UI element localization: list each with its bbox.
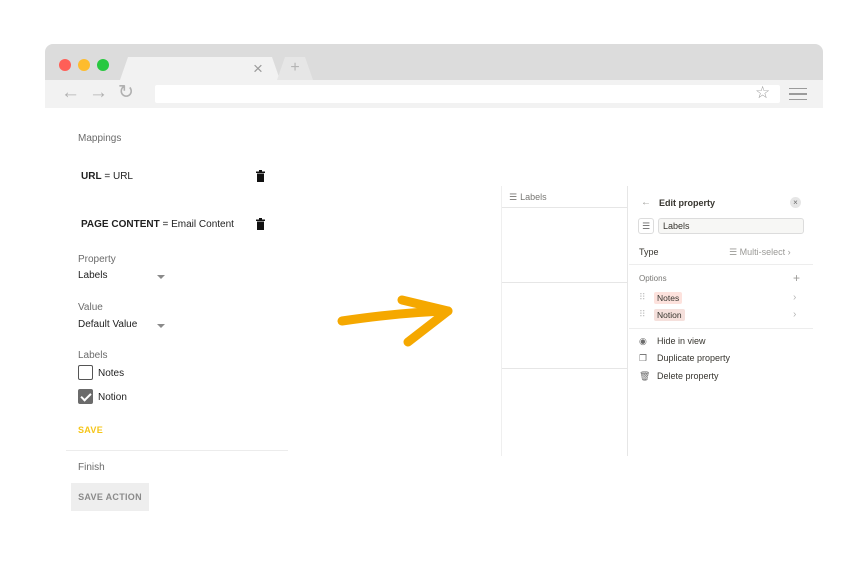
- list-icon: ☰: [509, 192, 518, 202]
- divider: [66, 450, 288, 451]
- divider: [629, 328, 813, 329]
- drag-handle-icon[interactable]: ⠿: [639, 309, 646, 320]
- eye-icon: ◉: [639, 336, 647, 346]
- duplicate-icon: ❐: [639, 353, 648, 363]
- mapping-equals: =: [159, 219, 172, 230]
- minimize-window-button[interactable]: [78, 59, 90, 71]
- row-divider: [502, 207, 628, 208]
- mapping-value: Email Content: [171, 219, 234, 230]
- trash-icon: 🗑: [639, 371, 651, 381]
- reload-icon[interactable]: ↻: [118, 82, 134, 104]
- trash-icon[interactable]: [256, 170, 265, 182]
- property-name-input[interactable]: Labels: [658, 218, 804, 234]
- maximize-window-button[interactable]: [97, 59, 109, 71]
- labels-label: Labels: [78, 350, 108, 361]
- forward-arrow-icon[interactable]: →: [89, 82, 108, 104]
- chevron-right-icon[interactable]: ›: [793, 309, 796, 321]
- trash-icon[interactable]: [256, 218, 265, 230]
- action-config-panel: Mappings URL = URL PAGE CONTENT = Email …: [66, 108, 288, 480]
- notion-checkbox-label: Notion: [98, 392, 127, 403]
- action-label: Duplicate property: [657, 353, 731, 363]
- action-label: Delete property: [657, 371, 719, 381]
- close-window-button[interactable]: [59, 59, 71, 71]
- drag-handle-icon[interactable]: ⠿: [639, 292, 646, 303]
- property-select[interactable]: Labels: [78, 270, 107, 281]
- divider: [629, 264, 813, 265]
- duplicate-property-item[interactable]: ❐ Duplicate property: [639, 353, 730, 365]
- notes-checkbox[interactable]: [78, 365, 93, 380]
- finish-heading: Finish: [78, 462, 105, 473]
- mapping-key: URL: [81, 171, 102, 182]
- chevron-down-icon[interactable]: [157, 275, 165, 279]
- property-label: Property: [78, 254, 116, 265]
- mapping-value: URL: [112, 171, 133, 182]
- option-tag: Notion: [654, 309, 685, 321]
- browser-window: × + ← → ↻ ☆: [45, 44, 823, 108]
- save-action-button[interactable]: SAVE ACTION: [71, 483, 149, 511]
- edit-property-title: Edit property: [659, 198, 716, 208]
- notion-checkbox[interactable]: [78, 389, 93, 404]
- mapping-key: PAGE CONTENT: [81, 219, 160, 230]
- option-item[interactable]: ⠿ Notion ›: [639, 309, 809, 321]
- chevron-right-icon[interactable]: ›: [793, 292, 796, 304]
- close-tab-icon[interactable]: ×: [253, 59, 263, 79]
- delete-property-item[interactable]: 🗑 Delete property: [639, 371, 719, 383]
- type-select[interactable]: ☰ Multi-select ›: [729, 247, 791, 258]
- new-tab-button[interactable]: +: [277, 57, 313, 80]
- mappings-heading: Mappings: [78, 133, 122, 144]
- row-divider: [502, 368, 628, 369]
- mapping-equals: =: [101, 171, 113, 182]
- option-item[interactable]: ⠿ Notes ›: [639, 292, 809, 304]
- back-arrow-icon[interactable]: ←: [641, 197, 651, 208]
- action-label: Hide in view: [657, 336, 706, 346]
- save-button[interactable]: SAVE: [78, 425, 103, 435]
- bookmark-star-icon[interactable]: ☆: [755, 84, 770, 102]
- value-label: Value: [78, 302, 103, 313]
- mapping-row: PAGE CONTENT = Email Content: [81, 219, 234, 230]
- type-label: Type: [639, 247, 659, 257]
- arrow-right-icon: [337, 295, 453, 347]
- hamburger-menu-icon[interactable]: [789, 88, 807, 100]
- browser-toolbar: ← → ↻ ☆: [45, 80, 823, 108]
- tab-bar: × +: [45, 44, 823, 80]
- options-heading: Options: [639, 274, 667, 283]
- hide-in-view-item[interactable]: ◉ Hide in view: [639, 336, 706, 348]
- close-icon[interactable]: ×: [790, 197, 801, 208]
- value-select[interactable]: Default Value: [78, 319, 137, 330]
- address-bar[interactable]: [155, 85, 780, 103]
- option-tag: Notes: [654, 292, 683, 304]
- row-divider: [502, 282, 628, 283]
- edit-property-panel: ← Edit property × ☰ Labels Type ☰ Multi-…: [629, 186, 813, 456]
- add-option-icon[interactable]: +: [793, 271, 800, 285]
- notes-checkbox-label: Notes: [98, 368, 125, 379]
- labels-column: ☰ Labels: [501, 186, 628, 456]
- notion-database: ☰ Labels ← Edit property × ☰ Labels Type …: [501, 186, 813, 456]
- mapping-row: URL = URL: [81, 171, 133, 182]
- chevron-down-icon[interactable]: [157, 324, 165, 328]
- column-header-label: Labels: [520, 192, 547, 202]
- column-header[interactable]: ☰ Labels: [509, 192, 547, 203]
- back-arrow-icon[interactable]: ←: [61, 82, 80, 104]
- property-icon-button[interactable]: ☰: [638, 218, 654, 234]
